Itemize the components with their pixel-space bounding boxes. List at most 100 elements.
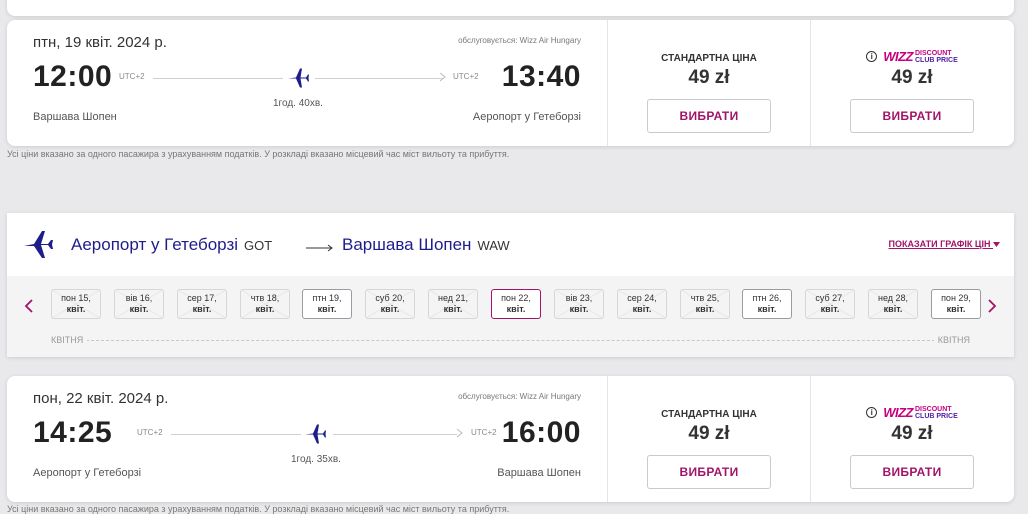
chevron-right-icon[interactable] xyxy=(984,298,1000,319)
chevron-left-icon[interactable] xyxy=(21,298,37,319)
date-chip-month: квіт. xyxy=(632,304,652,314)
date-chip-day: суб 27, xyxy=(815,293,845,303)
date-chip: нед 28, квіт. xyxy=(868,289,918,319)
arrow-right-icon xyxy=(306,244,333,252)
wizz-discount-club-logo: WIZZ DISCOUNT CLUB PRICE xyxy=(883,405,958,420)
club-logo-line2: CLUB PRICE xyxy=(914,56,958,64)
date-chip-day: пон 15, xyxy=(61,293,91,303)
select-club-button[interactable]: ВИБРАТИ xyxy=(850,99,974,133)
operated-by: обслуговується: Wizz Air Hungary xyxy=(458,392,581,401)
date-chip[interactable]: пон 29, квіт. xyxy=(931,289,981,319)
date-chip-month: квіт. xyxy=(255,304,275,314)
standard-fare: СТАНДАРТНА ЦІНА 49 zł ВИБРАТИ xyxy=(607,376,810,502)
wizz-logo-text: WIZZ xyxy=(883,49,913,64)
club-fare-header: i WIZZ DISCOUNT CLUB PRICE xyxy=(811,405,1013,420)
date-chip-day: пон 29, xyxy=(941,293,971,303)
date-chip: вів 16, квіт. xyxy=(114,289,164,319)
show-price-chart-label: ПОКАЗАТИ ГРАФІК ЦІН xyxy=(888,239,991,249)
departure-airport: Варшава Шопен xyxy=(33,111,117,123)
month-divider xyxy=(51,340,970,341)
date-chip-day: пон 22, xyxy=(501,293,531,303)
date-chip-day: птн 19, xyxy=(312,293,342,303)
caret-down-icon xyxy=(993,242,1000,247)
departure-time: 14:25 xyxy=(33,416,113,449)
flight-line-left xyxy=(171,434,301,435)
club-logo-text: DISCOUNT CLUB PRICE xyxy=(915,406,958,420)
info-icon[interactable]: i xyxy=(866,407,878,418)
club-fare: i WIZZ DISCOUNT CLUB PRICE 49 zł ВИБРАТИ xyxy=(810,20,1013,146)
flight-duration: 1год. 40хв. xyxy=(273,98,323,109)
flight-info: птн, 19 квіт. 2024 р. обслуговується: Wi… xyxy=(7,20,607,146)
date-chip-day: вів 23, xyxy=(565,293,593,303)
date-chip-month: квіт. xyxy=(946,304,966,314)
select-standard-button[interactable]: ВИБРАТИ xyxy=(647,99,771,133)
date-chip: сер 24, квіт. xyxy=(617,289,667,319)
arrow-right-icon xyxy=(456,428,463,438)
club-logo-line2: CLUB PRICE xyxy=(914,412,958,420)
date-chip-month: квіт. xyxy=(380,304,400,314)
route-destination: Варшава Шопен WAW xyxy=(342,235,510,255)
arrival-time: 13:40 xyxy=(501,60,581,93)
date-chip-month: квіт. xyxy=(506,304,526,314)
arrival-time: 16:00 xyxy=(501,416,581,449)
month-indicator: КВІТНЯ КВІТНЯ xyxy=(51,335,970,345)
arrival-utc: UTC+2 xyxy=(471,428,497,437)
arrival-utc: UTC+2 xyxy=(453,72,479,81)
departure-airport: Аеропорт у Гетеборзі xyxy=(33,467,142,479)
wizz-logo-text: WIZZ xyxy=(883,405,913,420)
club-fare-header: i WIZZ DISCOUNT CLUB PRICE xyxy=(811,49,1013,64)
club-fare-price: 49 zł xyxy=(891,423,933,444)
club-fare-price: 49 zł xyxy=(891,67,933,88)
airplane-icon xyxy=(305,424,326,444)
destination-name: Варшава Шопен xyxy=(342,235,472,254)
date-chip-day: нед 21, xyxy=(437,293,469,303)
standard-fare: СТАНДАРТНА ЦІНА 49 zł ВИБРАТИ xyxy=(607,20,810,146)
destination-code: WAW xyxy=(477,238,510,253)
date-chip: нед 21, квіт. xyxy=(428,289,478,319)
date-chip-month: квіт. xyxy=(129,304,149,314)
price-note: Усі ціни вказано за одного пасажира з ур… xyxy=(7,504,510,514)
select-club-button[interactable]: ВИБРАТИ xyxy=(850,455,974,489)
club-logo-line1: DISCOUNT xyxy=(914,405,952,413)
date-chip[interactable]: птн 26, квіт. xyxy=(742,289,792,319)
month-label-left: КВІТНЯ xyxy=(51,335,88,345)
origin-name: Аеропорт у Гетеборзі xyxy=(71,235,239,254)
flight-line-right xyxy=(333,434,457,435)
departure-time: 12:00 xyxy=(33,60,113,93)
flight-line-right xyxy=(315,78,443,79)
flight-duration: 1год. 35хв. xyxy=(291,454,341,465)
date-chip-month: квіт. xyxy=(757,304,777,314)
club-fare: i WIZZ DISCOUNT CLUB PRICE 49 zł ВИБРАТИ xyxy=(810,376,1013,502)
date-chip[interactable]: пон 22, квіт. xyxy=(491,289,541,319)
date-chip-day: сер 24, xyxy=(627,293,657,303)
date-chip-month: квіт. xyxy=(317,304,337,314)
date-chip[interactable]: птн 19, квіт. xyxy=(302,289,352,319)
date-chip-day: птн 26, xyxy=(752,293,782,303)
date-chip: сер 17, квіт. xyxy=(177,289,227,319)
info-icon[interactable]: i xyxy=(866,51,878,62)
price-note: Усі ціни вказано за одного пасажира з ур… xyxy=(7,149,510,159)
return-route-section: Аеропорт у Гетеборзі GOT Варшава Шопен WAW… xyxy=(7,213,1014,357)
date-chip-month: квіт. xyxy=(569,304,589,314)
departure-utc: UTC+2 xyxy=(137,428,163,437)
date-chip-month: квіт. xyxy=(820,304,840,314)
month-label-right: КВІТНЯ xyxy=(933,335,970,345)
date-chip: чтв 18, квіт. xyxy=(240,289,290,319)
date-chip-month: квіт. xyxy=(883,304,903,314)
standard-fare-label: СТАНДАРТНА ЦІНА xyxy=(661,409,757,420)
wizz-discount-club-logo: WIZZ DISCOUNT CLUB PRICE xyxy=(883,49,958,64)
flight-date: птн, 19 квіт. 2024 р. xyxy=(33,34,167,51)
date-chip: суб 27, квіт. xyxy=(805,289,855,319)
date-chip: пон 15, квіт. xyxy=(51,289,101,319)
arrival-airport: Аеропорт у Гетеборзі xyxy=(472,111,581,123)
route-header: Аеропорт у Гетеборзі GOT Варшава Шопен WAW… xyxy=(7,213,1014,277)
standard-fare-price: 49 zł xyxy=(688,423,730,444)
arrow-right-icon xyxy=(439,72,446,82)
select-standard-button[interactable]: ВИБРАТИ xyxy=(647,455,771,489)
club-logo-line1: DISCOUNT xyxy=(914,49,952,57)
flight-date: пон, 22 квіт. 2024 р. xyxy=(33,390,169,407)
show-price-chart-link[interactable]: ПОКАЗАТИ ГРАФІК ЦІН xyxy=(889,239,1000,249)
date-chip: суб 20, квіт. xyxy=(365,289,415,319)
route-origin: Аеропорт у Гетеборзі GOT xyxy=(71,235,272,255)
departure-utc: UTC+2 xyxy=(119,72,145,81)
